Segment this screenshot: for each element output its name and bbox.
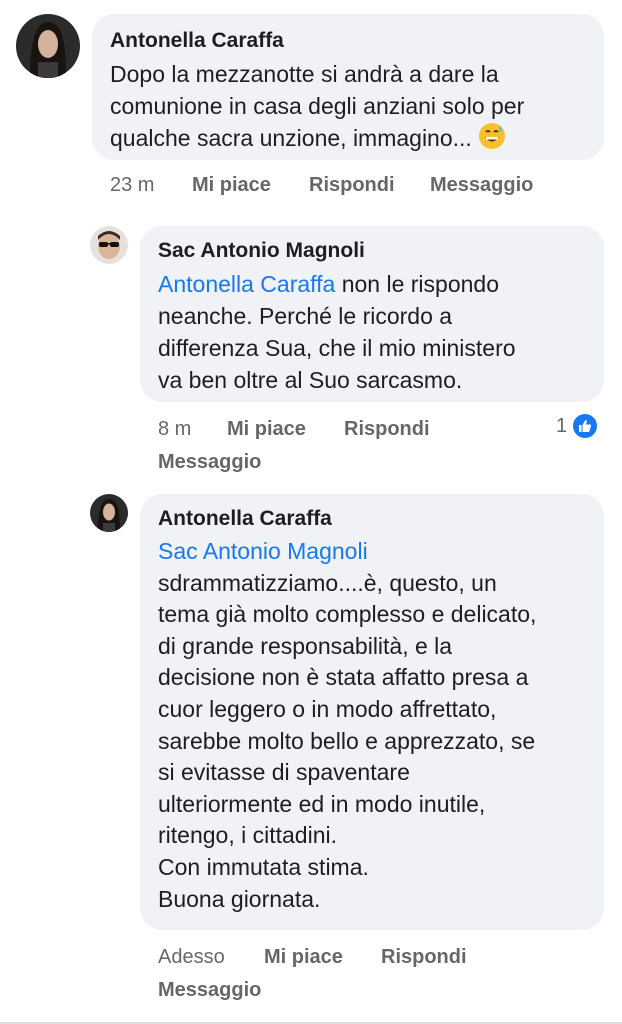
grinning-sweat-emoji — [478, 122, 506, 150]
text-line: cuor leggero o in modo affrettato, — [158, 695, 497, 722]
reaction-summary[interactable]: 1 — [556, 412, 600, 440]
comment-time: Adesso — [158, 946, 225, 968]
text-line: neanche. Perché le ricordo a — [158, 303, 453, 329]
comment-text: Sac Antonio Magnoli sdrammatizziamo....è… — [158, 536, 586, 915]
avatar-antonella[interactable] — [16, 14, 80, 78]
text-line: Dopo la mezzanotte si andrà a dare la — [110, 61, 499, 87]
text-line: qualche sacra unzione, immagino... — [110, 122, 586, 154]
text-line: ritengo, i cittadini. — [158, 822, 337, 849]
text-line: ulteriormente ed in modo inutile, — [158, 790, 486, 817]
comment-text: Dopo la mezzanotte si andrà a dare la co… — [110, 58, 586, 154]
comment-author[interactable]: Antonella Caraffa — [158, 506, 586, 532]
comment-bubble-3: Antonella Caraffa Sac Antonio Magnoli sd… — [140, 494, 604, 930]
text-line: Antonella Caraffa non le rispondo — [158, 268, 586, 300]
reaction-count: 1 — [556, 414, 568, 437]
text-line: si evitasse di spaventare — [158, 759, 410, 786]
mention-link[interactable]: Antonella Caraffa — [158, 271, 335, 297]
text-line: va ben oltre al Suo sarcasmo. — [158, 367, 463, 393]
text-line: tema già molto complesso e delicato, — [158, 601, 537, 628]
message-button[interactable]: Messaggio — [430, 172, 533, 198]
comment-actions-3: Adesso Mi piace Rispondi Messaggio — [158, 944, 608, 1004]
text-line: Buona giornata. — [158, 885, 321, 912]
text-line: di grande responsabilità, e la — [158, 632, 453, 659]
comment-text: Antonella Caraffa non le rispondo neanch… — [158, 268, 586, 396]
like-button[interactable]: Mi piace — [227, 416, 306, 442]
avatar-magnoli[interactable] — [90, 226, 128, 264]
text-line: sarebbe molto bello e apprezzato, se — [158, 727, 536, 754]
comment-author[interactable]: Antonella Caraffa — [110, 28, 586, 54]
text-line: sdrammatizziamo....è, questo, un — [158, 569, 497, 596]
reply-button[interactable]: Rispondi — [344, 416, 430, 442]
reply-button[interactable]: Rispondi — [309, 172, 395, 198]
text-line-part: non le rispondo — [335, 271, 499, 297]
avatar-antonella[interactable] — [90, 494, 128, 532]
comment-bubble-2: Sac Antonio Magnoli Antonella Caraffa no… — [140, 226, 604, 402]
reply-button[interactable]: Rispondi — [381, 944, 467, 970]
text-line: differenza Sua, che il mio ministero — [158, 335, 516, 361]
comment-author[interactable]: Sac Antonio Magnoli — [158, 238, 586, 264]
text-line: comunione in casa degli anziani solo per — [110, 93, 525, 119]
text-line-part: qualche sacra unzione, immagino... — [110, 125, 472, 151]
like-button[interactable]: Mi piace — [192, 172, 271, 198]
comment-time: 23 m — [110, 174, 155, 196]
comment-bubble-1: Antonella Caraffa Dopo la mezzanotte si … — [92, 14, 604, 160]
text-line: Con immutata stima. — [158, 853, 369, 880]
thumbs-up-icon — [571, 412, 600, 440]
like-button[interactable]: Mi piace — [264, 944, 343, 970]
comment-time: 8 m — [158, 418, 192, 440]
mention-link[interactable]: Sac Antonio Magnoli — [158, 536, 586, 568]
message-button[interactable]: Messaggio — [158, 449, 261, 475]
comment-actions-1: 23 m Mi piace Rispondi Messaggio — [110, 172, 610, 198]
message-button[interactable]: Messaggio — [158, 977, 261, 1003]
comment-actions-2: 8 m Mi piace Rispondi Messaggio — [158, 416, 608, 476]
text-line: decisione non è stata affatto presa a — [158, 664, 529, 691]
